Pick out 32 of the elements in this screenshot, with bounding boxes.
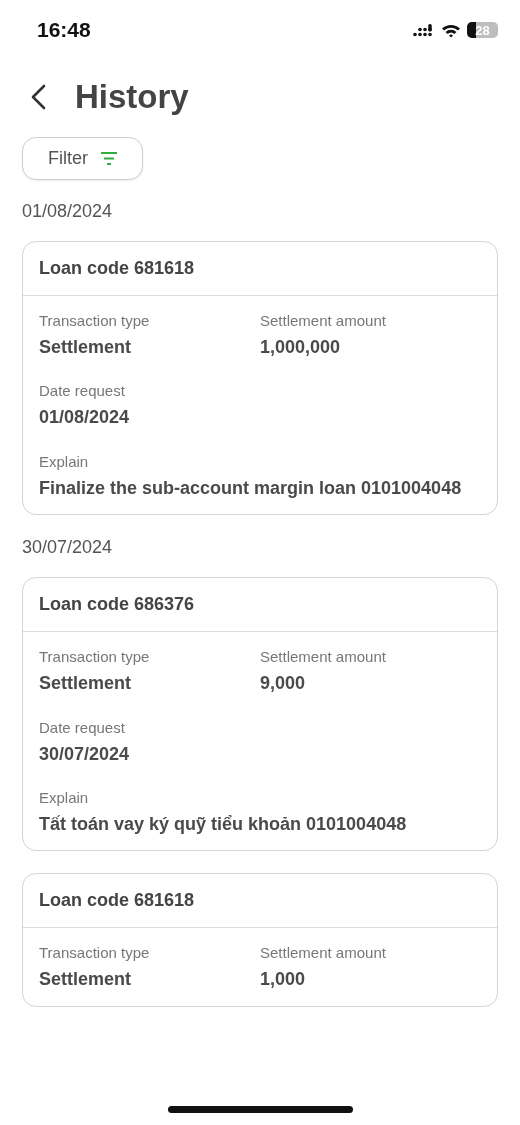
field-value: 30/07/2024 [39,742,131,766]
field-value: 9,000 [260,672,307,696]
field-label: Transaction type [39,312,151,329]
field-label: Date request [39,382,126,400]
field-value: 1,000,000 [260,336,342,359]
loan-code: Loan code 686376 [23,578,497,633]
field-label: Transaction type [39,648,151,666]
field-value: Settlement [39,672,133,696]
field-label: Date request [39,718,126,736]
loan-code: Loan code 681618 [23,874,497,929]
date-heading: 01/08/2024 [22,201,114,222]
field-value: Settlement [39,336,133,359]
field-label: Settlement amount [260,648,387,666]
field-label: Settlement amount [260,312,387,329]
back-icon[interactable] [30,84,46,110]
field-value: 1,000 [260,968,307,992]
field-label: Explain [39,452,90,470]
field-value: Finalize the sub-account margin loan 0101004048 [39,476,463,500]
status-time: 16:48 [37,18,91,42]
field-value: Tất toán vay ký quỹ tiểu khoản 0101004048 [39,812,408,836]
field-label: Transaction type [39,944,151,962]
date-heading: 30/07/2024 [22,537,114,559]
filter-button[interactable]: Filter [22,137,143,180]
field-label: Settlement amount [260,944,387,962]
wifi-icon [441,22,461,38]
field-value: 01/08/2024 [39,406,131,430]
signal-icon [413,23,435,37]
field-value: Settlement [39,968,133,992]
field-label: Explain [39,788,90,806]
filter-icon [101,152,117,165]
loan-code: Loan code 681618 [23,242,497,296]
page-title: History [75,78,189,116]
